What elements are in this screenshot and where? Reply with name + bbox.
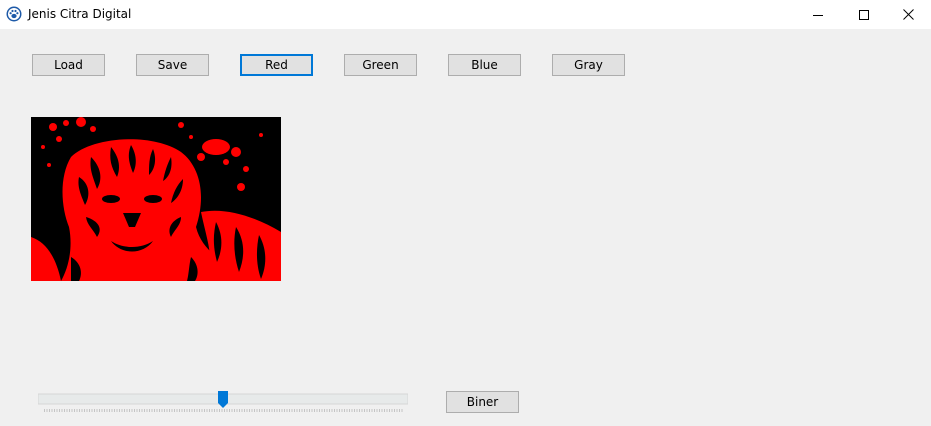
maximize-icon	[859, 9, 869, 20]
slider-thumb	[218, 391, 228, 408]
gray-button[interactable]: Gray	[552, 54, 625, 76]
title-bar[interactable]: Jenis Citra Digital	[0, 0, 931, 29]
tiger-red-image	[31, 117, 281, 281]
image-preview	[31, 117, 281, 281]
close-button[interactable]	[885, 0, 931, 29]
threshold-slider[interactable]	[37, 389, 409, 415]
red-button[interactable]: Red	[240, 54, 313, 76]
load-button[interactable]: Load	[32, 54, 105, 76]
minimize-icon	[813, 14, 823, 16]
paw-icon	[6, 6, 22, 22]
save-button[interactable]: Save	[136, 54, 209, 76]
minimize-button[interactable]	[795, 0, 841, 29]
maximize-button[interactable]	[841, 0, 887, 29]
window-title: Jenis Citra Digital	[28, 7, 132, 21]
green-button[interactable]: Green	[344, 54, 417, 76]
close-icon	[902, 9, 914, 20]
slider-ticks	[44, 409, 403, 412]
biner-button[interactable]: Biner	[446, 391, 519, 413]
blue-button[interactable]: Blue	[448, 54, 521, 76]
